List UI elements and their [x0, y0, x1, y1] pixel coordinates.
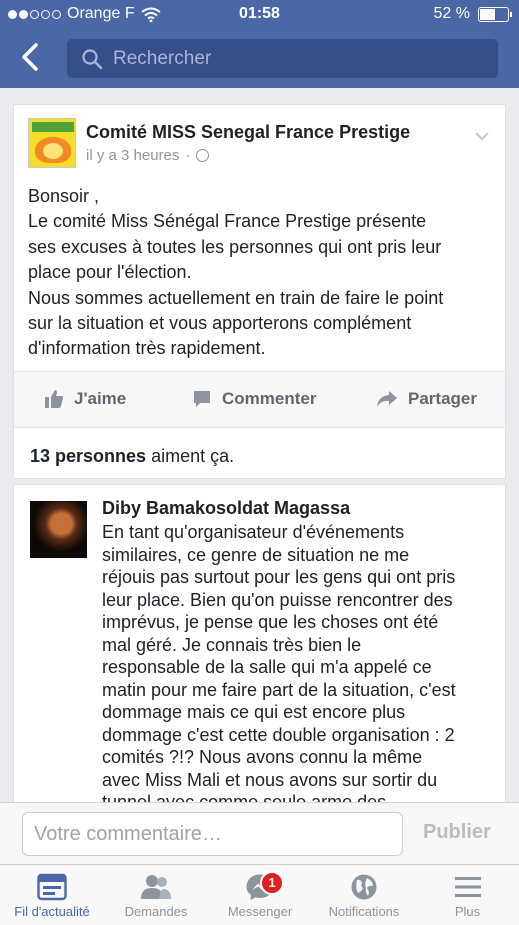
- post-text-line: Bonsoir ,: [28, 186, 100, 206]
- likes-summary[interactable]: 13 personnes aiment ça.: [14, 427, 505, 479]
- battery-percentage: 52 %: [433, 5, 470, 22]
- comment-text-line: dommage mais ce qui est encore plus: [102, 702, 406, 722]
- like-label: J'aime: [74, 389, 127, 408]
- comment-text-line: responsable de la salle qui m'a appelé c…: [102, 657, 432, 677]
- share-label: Partager: [408, 389, 477, 408]
- comment-text-line: comités ?!? Nous avons connu la même: [102, 747, 423, 767]
- news-feed-icon: [37, 873, 67, 901]
- like-button[interactable]: J'aime: [44, 389, 126, 409]
- chevron-down-icon[interactable]: [475, 129, 489, 143]
- publish-button[interactable]: Publier: [423, 821, 491, 844]
- search-placeholder: Rechercher: [113, 47, 212, 69]
- tab-label: Fil d'actualité: [14, 904, 90, 919]
- search-bar[interactable]: Rechercher: [67, 39, 498, 78]
- page-avatar[interactable]: [28, 118, 76, 168]
- post-actions-bar: J'aime Commenter Partager: [14, 371, 505, 427]
- comment-bubble-icon: [194, 391, 210, 407]
- back-arrow-icon[interactable]: [18, 42, 44, 72]
- post-card: Comité MISS Senegal France Prestige il y…: [13, 104, 506, 479]
- tab-news-feed[interactable]: Fil d'actualité: [0, 865, 104, 925]
- battery-icon: [478, 6, 512, 22]
- status-bar: Orange F 01:58 52 %: [0, 0, 519, 30]
- tab-requests[interactable]: Demandes: [104, 865, 208, 925]
- comment-text-line: réjouis pas surtout pour les gens qui on…: [102, 567, 456, 587]
- post-text-line: Le comité Miss Sénégal France Prestige p…: [28, 211, 427, 232]
- friend-requests-icon: [141, 875, 171, 899]
- tab-more[interactable]: Plus: [416, 865, 519, 925]
- post-meta: il y a 3 heures ·: [86, 147, 210, 164]
- post-text-line: d'information très rapidement.: [28, 338, 266, 359]
- post-text-line: Nous sommes actuellement en train de fai…: [28, 287, 444, 308]
- comment-card: Diby Bamakosoldat Magassa En tant qu'org…: [13, 484, 506, 804]
- post-body: Bonsoir , Le comité Miss Sénégal France …: [28, 184, 498, 362]
- menu-icon: [454, 877, 481, 897]
- post-text-line: sur la situation et vous apporterons com…: [28, 313, 412, 334]
- comment-text-line: leur place. Bien qu'on puisse rencontrer…: [102, 589, 453, 610]
- likes-suffix: aiment ça.: [146, 446, 235, 466]
- share-button[interactable]: Partager: [376, 389, 477, 409]
- comment-text-line: similaires, ce genre de situation ne me: [102, 544, 410, 565]
- privacy-globe-icon: [196, 149, 210, 162]
- meta-separator: ·: [185, 147, 191, 164]
- comment-text-line: En tant qu'organisateur d'événements: [102, 522, 405, 542]
- thumbs-up-icon: [45, 390, 64, 408]
- bottom-tab-bar: Fil d'actualité Demandes 1 Messenger Not…: [0, 864, 519, 925]
- comment-text-line: mal géré. Je connais très bien le: [102, 634, 362, 655]
- post-author-name[interactable]: Comité MISS Senegal France Prestige: [86, 122, 410, 143]
- comment-text-line: imprévus, je pense que les choses ont ét…: [102, 612, 439, 632]
- share-arrow-icon: [377, 391, 397, 407]
- comment-input[interactable]: Votre commentaire…: [22, 812, 403, 856]
- post-text-line: place pour l'élection.: [28, 262, 192, 283]
- search-icon: [82, 48, 103, 69]
- post-text-line: ses excuses à toutes les personnes qui o…: [28, 236, 442, 257]
- tab-notifications[interactable]: Notifications: [312, 865, 416, 925]
- messenger-badge: 1: [260, 871, 284, 895]
- tab-label: Notifications: [328, 904, 400, 919]
- comment-author[interactable]: Diby Bamakosoldat Magassa: [102, 498, 350, 519]
- tab-label: Plus: [454, 904, 481, 919]
- comment-button[interactable]: Commenter: [192, 389, 316, 409]
- globe-icon: [351, 874, 377, 900]
- comment-text-line: avec Miss Mali et nous avons sur sortir …: [102, 769, 438, 790]
- tab-messenger[interactable]: 1 Messenger: [208, 865, 312, 925]
- tab-label: Messenger: [227, 904, 293, 919]
- likes-count: 13 personnes: [30, 446, 147, 466]
- post-timestamp[interactable]: il y a 3 heures: [86, 147, 179, 164]
- top-bar: Orange F 01:58 52 % Rechercher: [0, 0, 519, 88]
- comment-text-line: dommage c'est cette double organisation …: [102, 724, 455, 745]
- commenter-avatar[interactable]: [30, 501, 87, 558]
- tab-label: Demandes: [124, 904, 188, 919]
- comment-text-line: matin pour me faire part de la situation…: [102, 679, 456, 700]
- comment-label: Commenter: [222, 389, 317, 408]
- comment-body: En tant qu'organisateur d'événements sim…: [102, 521, 502, 803]
- comment-composer: Votre commentaire… Publier: [0, 802, 519, 864]
